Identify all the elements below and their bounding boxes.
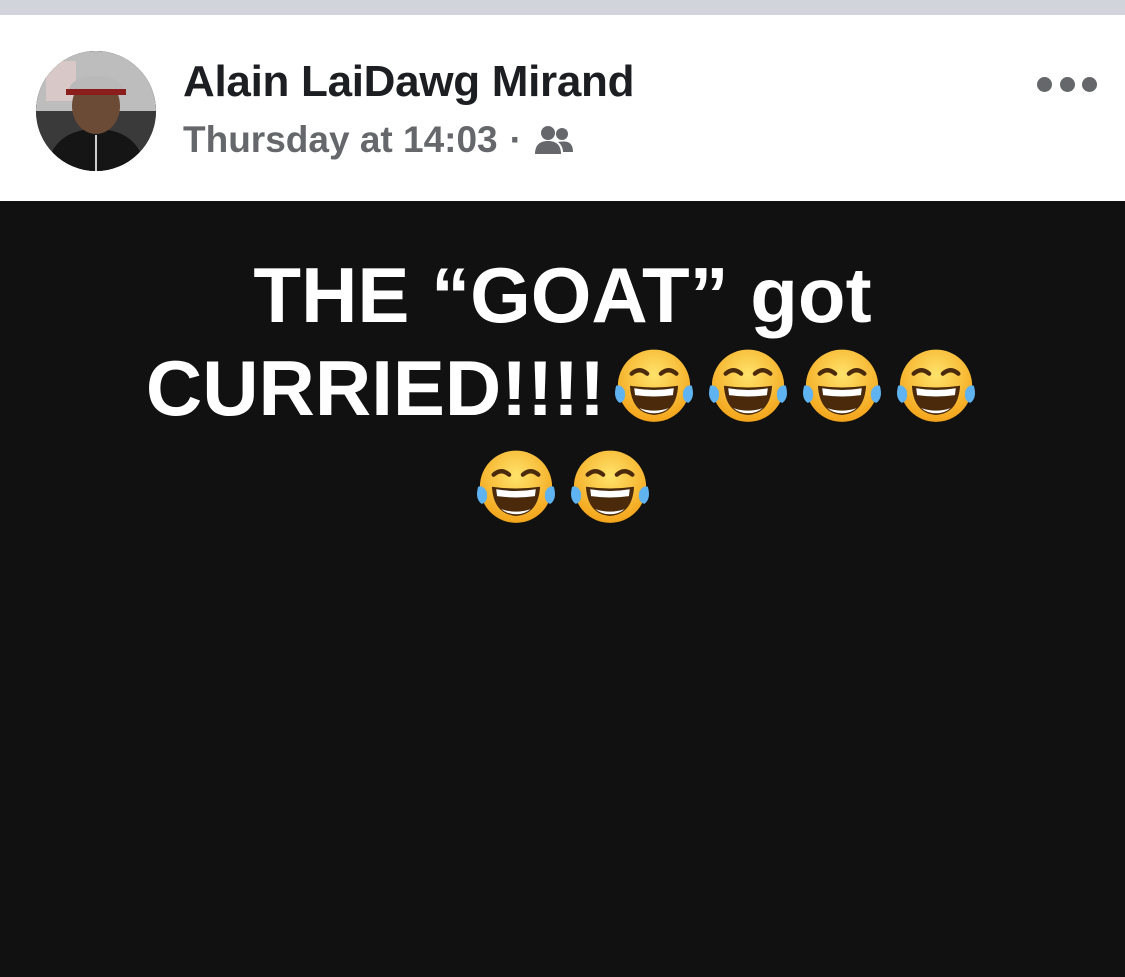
tears-of-joy-emoji-icon: [709, 349, 788, 422]
post-meta: Thursday at 14:03 ·: [183, 116, 574, 164]
emoji-group: [473, 442, 653, 528]
tears-of-joy-emoji-icon: [476, 450, 555, 523]
post-header: Alain LaiDawg Mirand Thursday at 14:03 ·: [0, 15, 1125, 201]
more-options-icon[interactable]: [1037, 73, 1097, 95]
post-text: THE “GOAT” got CURRIED!!!!: [40, 249, 1085, 535]
avatar[interactable]: [36, 51, 156, 171]
tears-of-joy-emoji-icon: [615, 349, 694, 422]
more-dot: [1082, 76, 1097, 92]
tears-of-joy-emoji-icon: [570, 450, 649, 523]
tears-of-joy-emoji-icon: [897, 349, 976, 422]
tears-of-joy-emoji-icon: [803, 349, 882, 422]
meta-separator: ·: [509, 119, 522, 160]
post-text-curried: CURRIED!!!!: [145, 344, 606, 432]
author-name[interactable]: Alain LaiDawg Mirand: [183, 57, 634, 107]
post-text-line-3: [40, 434, 1085, 535]
friends-icon[interactable]: [534, 124, 574, 156]
more-dot: [1037, 76, 1052, 92]
post-timestamp[interactable]: Thursday at 14:03: [183, 119, 498, 161]
post-text-line-1: THE “GOAT” got: [253, 251, 872, 339]
emoji-group: [611, 341, 979, 427]
avatar-photo: [36, 51, 156, 171]
top-divider-strip: [0, 0, 1125, 15]
post-text-line-2: CURRIED!!!!: [40, 341, 1085, 434]
more-dot: [1059, 76, 1075, 92]
